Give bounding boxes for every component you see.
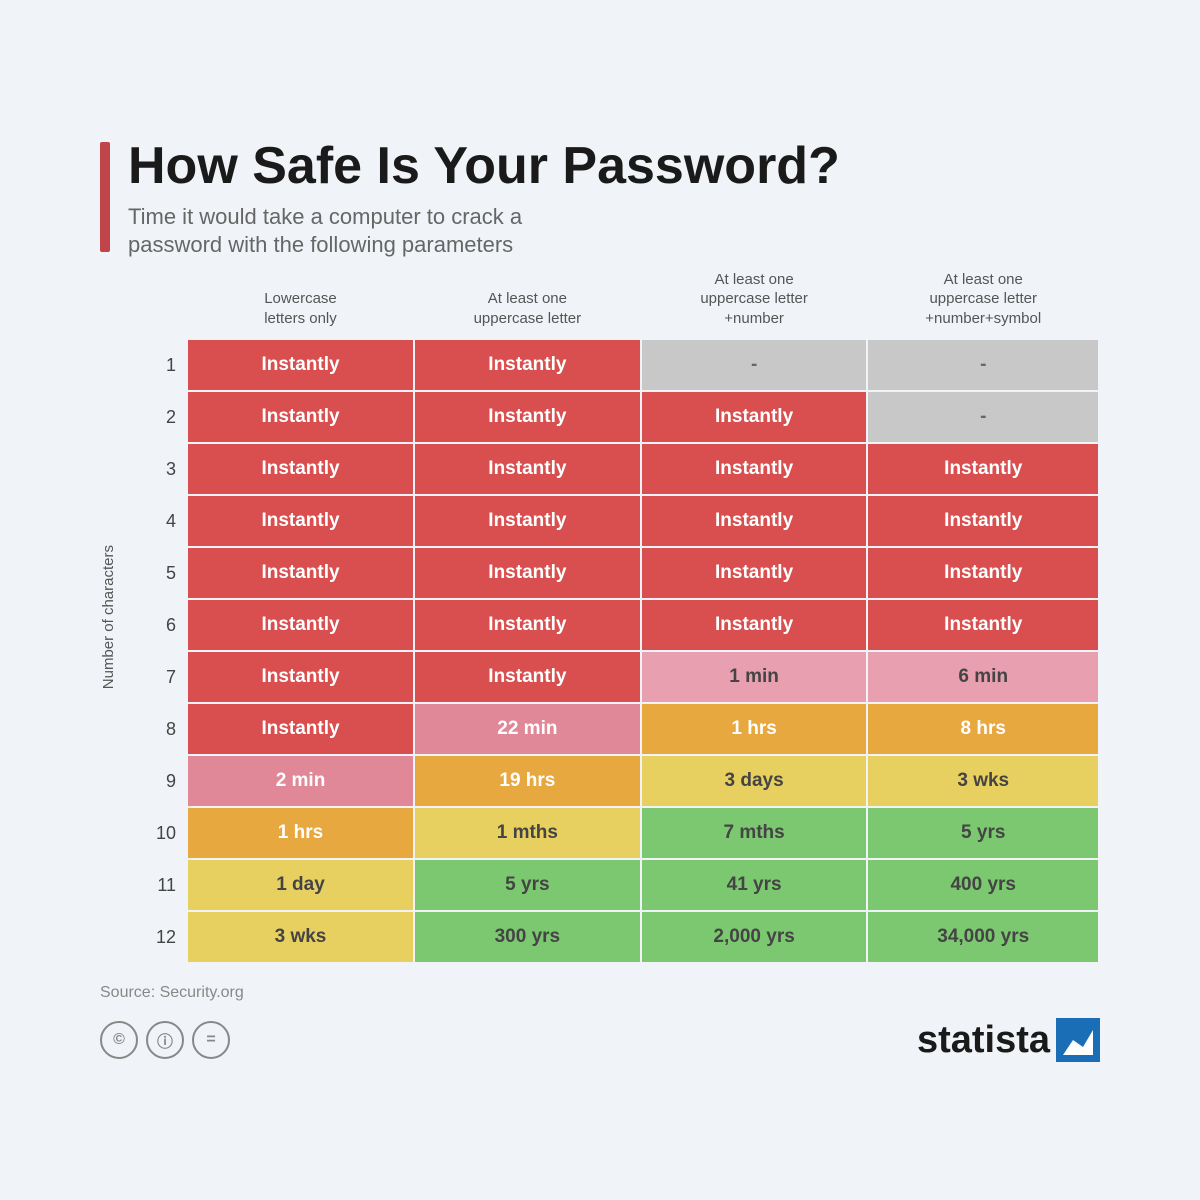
table-cell: Instantly [414,443,641,495]
cc-icon: © [100,1021,138,1059]
table-cell: 8 hrs [867,703,1099,755]
table-cell: Instantly [414,599,641,651]
footer: © ⓘ = statista [100,1018,1100,1062]
main-title: How Safe Is Your Password? [128,138,840,195]
table-row: 2InstantlyInstantlyInstantly- [127,391,1099,443]
no-derivs-icon: = [192,1021,230,1059]
vertical-axis-label: Number of characters [100,545,117,689]
table-cell: Instantly [187,703,414,755]
table-cell: 5 yrs [867,807,1099,859]
table-row: 6InstantlyInstantlyInstantlyInstantly [127,599,1099,651]
table-cell: 5 yrs [414,859,641,911]
table-cell: 1 min [641,651,868,703]
table-cell: Instantly [641,391,868,443]
subtitle: Time it would take a computer to crack a… [128,203,840,260]
table-cell: 400 yrs [867,859,1099,911]
col-header-4: At least oneuppercase letter+number+symb… [867,270,1099,340]
table-cell: 1 hrs [187,807,414,859]
row-number: 11 [127,859,187,911]
table-cell: 1 hrs [641,703,868,755]
col-header-2: At least oneuppercase letter [414,270,641,340]
table-cell: Instantly [187,599,414,651]
table-cell: 3 days [641,755,868,807]
table-cell: Instantly [187,443,414,495]
title-block: How Safe Is Your Password? Time it would… [100,138,1100,260]
col-header-1: Lowercaseletters only [187,270,414,340]
table-cell: 300 yrs [414,911,641,963]
table-cell: Instantly [641,547,868,599]
table-cell: Instantly [187,391,414,443]
row-number: 1 [127,339,187,391]
table-cell: Instantly [187,495,414,547]
table-cell: 7 mths [641,807,868,859]
table-cell: Instantly [867,547,1099,599]
table-row: 8Instantly22 min1 hrs8 hrs [127,703,1099,755]
col-header-3: At least oneuppercase letter+number [641,270,868,340]
table-row: 7InstantlyInstantly1 min6 min [127,651,1099,703]
table-row: 4InstantlyInstantlyInstantlyInstantly [127,495,1099,547]
table-cell: Instantly [414,651,641,703]
table-row: 101 hrs1 mths7 mths5 yrs [127,807,1099,859]
source-text: Source: Security.org [100,984,1100,1002]
card: How Safe Is Your Password? Time it would… [50,98,1150,1103]
table-cell: Instantly [414,495,641,547]
row-number: 4 [127,495,187,547]
table-cell: Instantly [187,651,414,703]
cc-icons: © ⓘ = [100,1021,230,1059]
table-cell: Instantly [187,339,414,391]
row-number: 9 [127,755,187,807]
corner-header [127,270,187,340]
table-cell: Instantly [187,547,414,599]
row-number: 3 [127,443,187,495]
table-cell: Instantly [867,599,1099,651]
table-cell: 19 hrs [414,755,641,807]
table-cell: Instantly [414,547,641,599]
row-number: 8 [127,703,187,755]
table-cell: 34,000 yrs [867,911,1099,963]
table-row: 92 min19 hrs3 days3 wks [127,755,1099,807]
table-cell: 3 wks [867,755,1099,807]
statista-logo [1056,1018,1100,1062]
table-cell: 41 yrs [641,859,868,911]
row-number: 6 [127,599,187,651]
red-accent-bar [100,142,110,252]
table-cell: 1 day [187,859,414,911]
table-cell: Instantly [641,495,868,547]
row-number: 2 [127,391,187,443]
table-cell: 2 min [187,755,414,807]
table-cell: 1 mths [414,807,641,859]
table-cell: 3 wks [187,911,414,963]
row-number: 12 [127,911,187,963]
table-cell: Instantly [414,339,641,391]
row-number: 10 [127,807,187,859]
statista-text: statista [917,1019,1050,1062]
table-cell: - [641,339,868,391]
table-row: 111 day5 yrs41 yrs400 yrs [127,859,1099,911]
table-cell: Instantly [867,495,1099,547]
table-cell: Instantly [867,443,1099,495]
password-table: Lowercaseletters only At least oneupperc… [127,270,1100,965]
table-cell: 6 min [867,651,1099,703]
statista-brand: statista [917,1018,1100,1062]
table-cell: 2,000 yrs [641,911,868,963]
row-number: 5 [127,547,187,599]
table-cell: 22 min [414,703,641,755]
table-row: 3InstantlyInstantlyInstantlyInstantly [127,443,1099,495]
table-cell: - [867,339,1099,391]
table-cell: Instantly [641,443,868,495]
table-row: 123 wks300 yrs2,000 yrs34,000 yrs [127,911,1099,963]
table-cell: Instantly [414,391,641,443]
table-container: Number of characters Lowercaseletters on… [100,270,1100,965]
title-text: How Safe Is Your Password? Time it would… [128,138,840,260]
table-cell: - [867,391,1099,443]
table-row: 1InstantlyInstantly-- [127,339,1099,391]
table-row: 5InstantlyInstantlyInstantlyInstantly [127,547,1099,599]
row-number: 7 [127,651,187,703]
attribution-icon: ⓘ [146,1021,184,1059]
table-cell: Instantly [641,599,868,651]
